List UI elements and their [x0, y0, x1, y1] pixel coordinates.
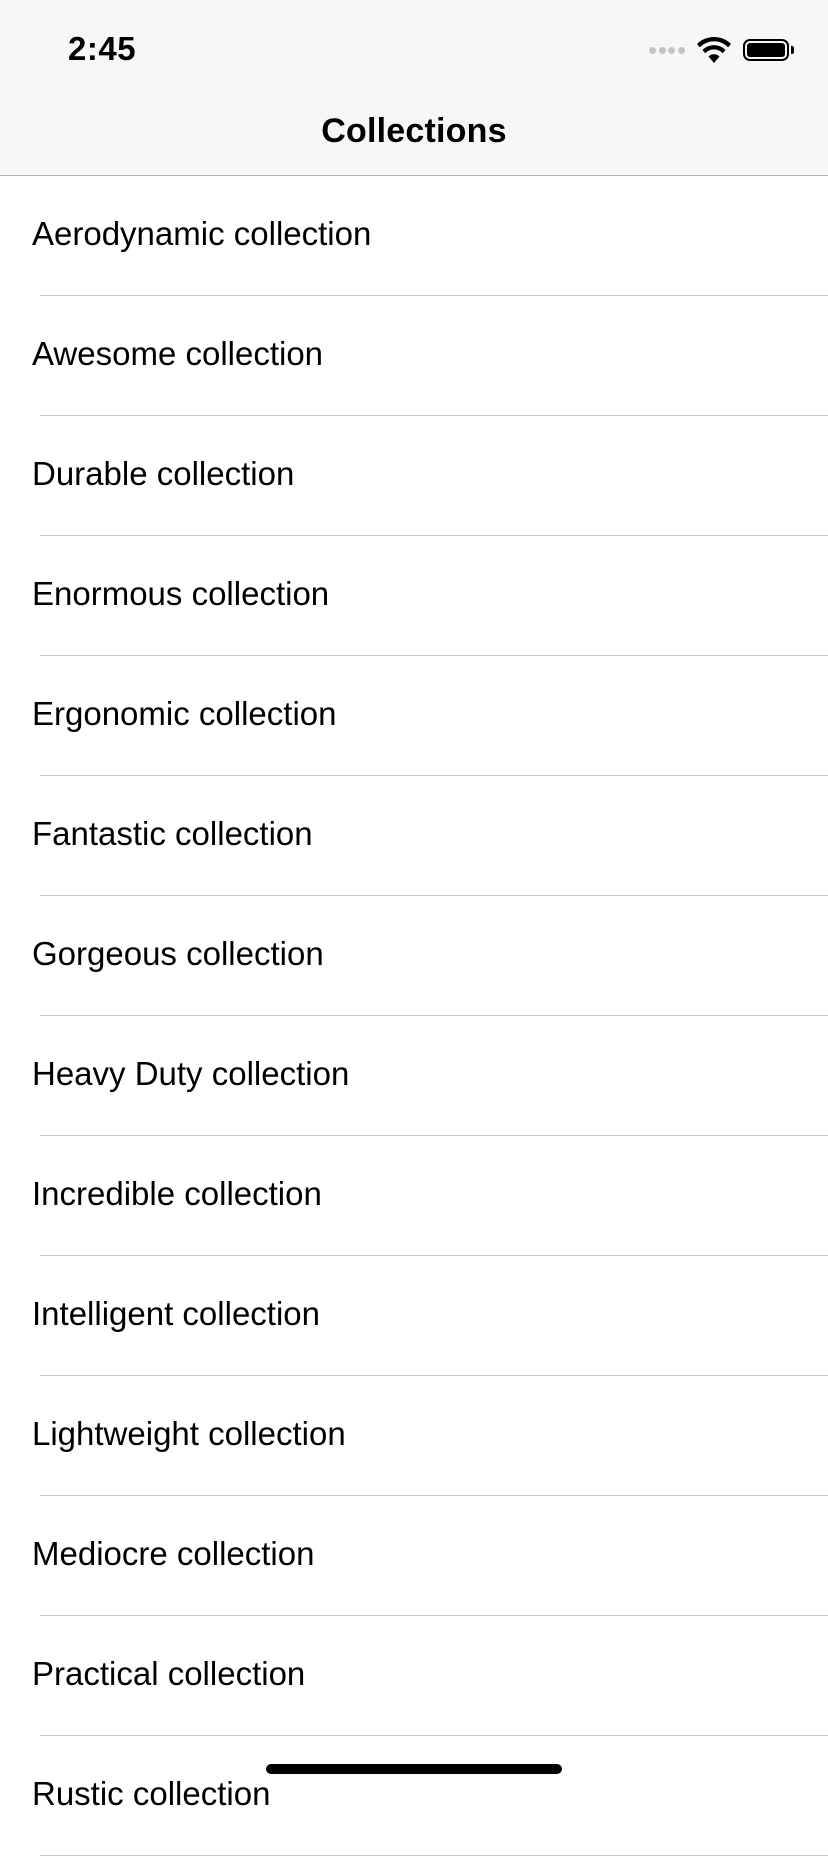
- status-time: 2:45: [68, 30, 137, 67]
- wifi-icon: [697, 36, 731, 63]
- list-item[interactable]: Heavy Duty collection: [0, 1016, 828, 1136]
- list-item-label: Ergonomic collection: [32, 695, 337, 732]
- status-icons: [649, 36, 794, 64]
- list-item-label: Heavy Duty collection: [32, 1055, 350, 1092]
- list-item[interactable]: Practical collection: [0, 1616, 828, 1736]
- list-item-label: Mediocre collection: [32, 1535, 315, 1572]
- list-item-label: Gorgeous collection: [32, 935, 324, 972]
- list-item[interactable]: Enormous collection: [0, 536, 828, 656]
- list-item[interactable]: Mediocre collection: [0, 1496, 828, 1616]
- list-item-label: Aerodynamic collection: [32, 215, 372, 252]
- list-item[interactable]: Incredible collection: [0, 1136, 828, 1256]
- list-item-label: Lightweight collection: [32, 1415, 346, 1452]
- list-item[interactable]: Aerodynamic collection: [0, 176, 828, 296]
- list-item[interactable]: Rustic collection: [0, 1736, 828, 1856]
- page-title: Collections: [321, 112, 507, 150]
- list-item[interactable]: Ergonomic collection: [0, 656, 828, 776]
- list-item-label: Rustic collection: [32, 1775, 271, 1812]
- list-item-label: Fantastic collection: [32, 815, 313, 852]
- navigation-header: 2:45 Collections: [0, 0, 828, 176]
- battery-cap: [791, 46, 794, 54]
- list-item[interactable]: Fantastic collection: [0, 776, 828, 896]
- list-item[interactable]: Lightweight collection: [0, 1376, 828, 1496]
- list-item-label: Enormous collection: [32, 575, 330, 612]
- list-item-label: Durable collection: [32, 455, 295, 492]
- list-item[interactable]: Awesome collection: [0, 296, 828, 416]
- list-item[interactable]: Durable collection: [0, 416, 828, 536]
- cellular-signal-icon: [649, 46, 687, 54]
- list-item-label: Intelligent collection: [32, 1295, 321, 1332]
- home-indicator[interactable]: [266, 1764, 562, 1774]
- collections-list: Aerodynamic collection Awesome collectio…: [0, 176, 828, 1856]
- list-item-label: Awesome collection: [32, 335, 324, 372]
- list-item[interactable]: Gorgeous collection: [0, 896, 828, 1016]
- list-item[interactable]: Intelligent collection: [0, 1256, 828, 1376]
- list-item-label: Incredible collection: [32, 1175, 322, 1212]
- battery-icon: [743, 39, 789, 61]
- list-item-label: Practical collection: [32, 1655, 306, 1692]
